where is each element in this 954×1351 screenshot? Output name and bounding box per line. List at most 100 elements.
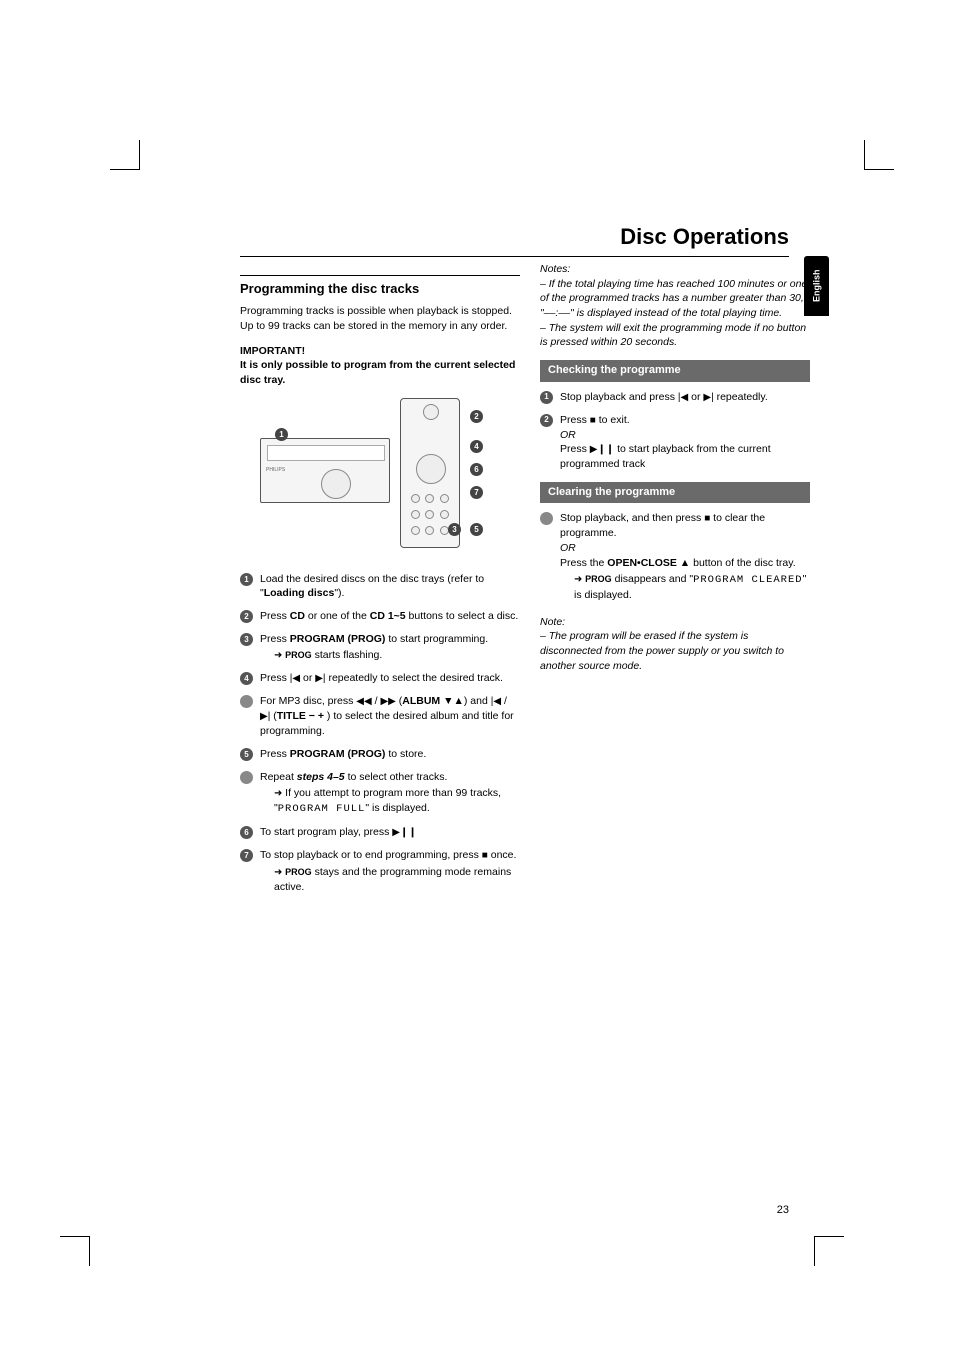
note-text: – If the total playing time has reached … [540, 278, 807, 319]
step-text: " is displayed. [365, 802, 429, 814]
open-close-label: OPEN•CLOSE ▲ [607, 557, 690, 569]
step-text: To stop playback or to end programming, … [260, 849, 482, 861]
step-text: repeatedly to select the desired track. [326, 672, 503, 684]
step-text: Press [560, 443, 590, 455]
step-7: 7 To stop playback or to end programming,… [240, 848, 520, 895]
step-marker-7: 7 [240, 849, 253, 862]
step-text: To start program play, press [260, 826, 392, 838]
step-text: Loading discs [264, 587, 335, 599]
step-sub: PROG disappears and "PROGRAM CLEARED" is… [560, 572, 810, 602]
crop-mark [60, 1236, 90, 1266]
step-marker-5: 5 [240, 748, 253, 761]
step-text: Stop playback, and then press [560, 512, 704, 524]
diagram-callout-6: 6 [470, 463, 483, 476]
check-step-2: 2Press ■ to exit. OR Press ▶❙❙ to start … [540, 413, 810, 472]
important-block: IMPORTANT! It is only possible to progra… [240, 344, 520, 388]
step-text: CD [290, 610, 305, 622]
note-text: – The system will exit the programming m… [540, 322, 806, 349]
step-text: CD 1~5 [370, 610, 406, 622]
step-text: steps 4–5 [297, 771, 345, 783]
step-text: Press [260, 672, 290, 684]
diagram-brand-text: PHILIPS [266, 467, 285, 474]
step-repeat-bullet: Repeat steps 4–5 to select other tracks.… [240, 770, 520, 817]
or-text: OR [560, 429, 576, 441]
display-text: PROGRAM FULL [278, 803, 366, 815]
bullet-marker [240, 771, 253, 784]
next-track-icon: ▶| [315, 672, 325, 686]
step-text: Press [260, 633, 290, 645]
step-text: starts flashing. [312, 649, 383, 661]
step-text: Stop playback and press [560, 391, 678, 403]
step-text: PROG [285, 650, 312, 660]
diagram-remote-keypad [411, 494, 451, 539]
step-2: 2Press CD or one of the CD 1~5 buttons t… [240, 609, 520, 624]
step-text: PROG [285, 867, 312, 877]
step-text: PROG [585, 574, 612, 584]
important-label: IMPORTANT! [240, 345, 305, 357]
step-text: ALBUM ▼▲ [402, 695, 464, 707]
device-diagram: PHILIPS 1 2 4 6 7 3 5 [260, 398, 500, 558]
step-sub: PROG starts flashing. [260, 648, 520, 663]
step-text: or one of the [305, 610, 370, 622]
next-track-icon: ▶| [703, 391, 713, 405]
play-pause-icon: ▶❙❙ [590, 443, 614, 457]
subheading-checking: Checking the programme [540, 360, 810, 381]
step-mp3-bullet: For MP3 disc, press ◀◀ / ▶▶ (ALBUM ▼▲) a… [240, 694, 520, 739]
step-text: button of the disc tray. [690, 557, 795, 569]
diagram-callout-5: 5 [470, 523, 483, 536]
or-text: OR [560, 542, 576, 554]
bullet-marker [540, 512, 553, 525]
step-marker-4: 4 [240, 672, 253, 685]
diagram-display [267, 445, 385, 461]
title-rule [240, 256, 789, 257]
play-pause-icon: ▶❙❙ [392, 826, 416, 840]
check-step-1: 1Stop playback and press |◀ or ▶| repeat… [540, 390, 810, 405]
step-text: to select other tracks. [345, 771, 448, 783]
rewind-icon: ◀◀ [356, 695, 371, 709]
steps-list: 1Load the desired discs on the disc tray… [240, 572, 520, 895]
next-track-icon: ▶| [260, 710, 270, 724]
step-text: TITLE − + [277, 710, 324, 722]
step-5: 5Press PROGRAM (PROG) to store. [240, 747, 520, 762]
diagram-callout-4: 4 [470, 440, 483, 453]
left-column: Programming the disc tracks Programming … [240, 275, 520, 903]
section-heading-programming: Programming the disc tracks [240, 275, 520, 298]
diagram-jog-wheel [321, 469, 351, 499]
fastforward-icon: ▶▶ [380, 695, 395, 709]
display-text: PROGRAM CLEARED [693, 574, 803, 586]
diagram-callout-3: 3 [448, 523, 461, 536]
step-sub: If you attempt to program more than 99 t… [260, 786, 520, 817]
step-marker-6: 6 [240, 826, 253, 839]
step-1: 1Load the desired discs on the disc tray… [240, 572, 520, 601]
crop-mark [864, 140, 894, 170]
step-text: Press the [560, 557, 607, 569]
step-marker-2: 2 [240, 610, 253, 623]
right-column: Notes: – If the total playing time has r… [540, 262, 810, 683]
step-text: Press [560, 414, 590, 426]
step-text: For MP3 disc, press [260, 695, 356, 707]
step-text: buttons to select a disc. [406, 610, 519, 622]
step-marker-1: 1 [240, 573, 253, 586]
step-3: 3Press PROGRAM (PROG) to start programmi… [240, 632, 520, 664]
step-text: to start programming. [385, 633, 488, 645]
diagram-callout-2: 2 [470, 410, 483, 423]
clear-step: Stop playback, and then press ■ to clear… [540, 511, 810, 602]
step-text: to store. [385, 748, 426, 760]
diagram-remote-navpad [416, 454, 446, 484]
diagram-callout-1: 1 [275, 428, 288, 441]
note-label: Note: [540, 616, 565, 628]
step-4: 4Press |◀ or ▶| repeatedly to select the… [240, 671, 520, 686]
clearing-list: Stop playback, and then press ■ to clear… [540, 511, 810, 602]
step-text: disappears and " [612, 573, 693, 585]
prev-track-icon: |◀ [678, 391, 688, 405]
step-marker-3: 3 [240, 633, 253, 646]
intro-paragraph: Programming tracks is possible when play… [240, 304, 520, 333]
step-text: / [372, 695, 381, 707]
bullet-marker [240, 695, 253, 708]
page-title: Disc Operations [620, 224, 789, 250]
step-text: to exit. [596, 414, 630, 426]
prev-track-icon: |◀ [491, 695, 501, 709]
step-text: Press [260, 748, 290, 760]
crop-mark [814, 1236, 844, 1266]
step-sub: PROG stays and the programming mode rema… [260, 865, 520, 895]
